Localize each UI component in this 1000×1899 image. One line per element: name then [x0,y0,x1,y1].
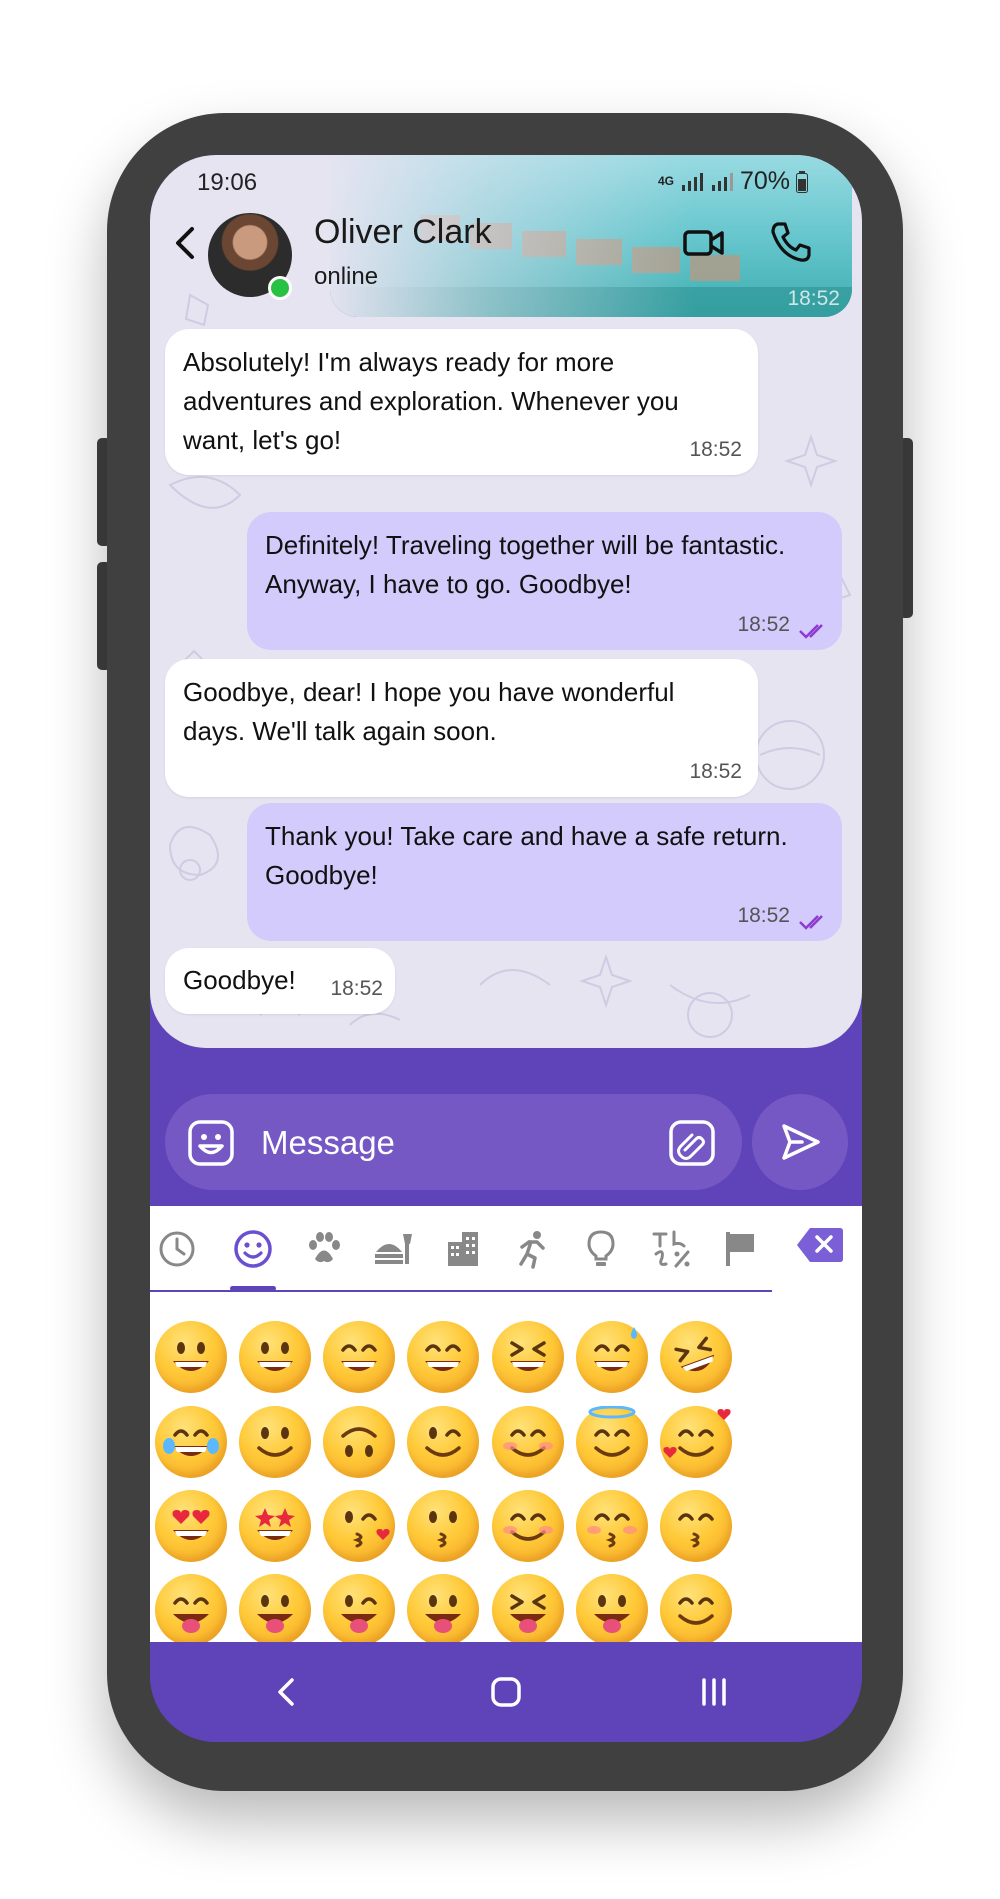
heart-eyes-emoji-icon[interactable] [155,1490,227,1562]
emoji-keyboard [150,1206,862,1642]
message-text: Definitely! Traveling together will be f… [265,530,786,599]
phone-screen: 18:52 19:06 4G 70% Oliver Clark online A… [150,155,862,1742]
signal-icon-sim2 [711,172,733,191]
squinting-tongue-emoji-icon[interactable] [492,1574,564,1642]
tab-symbols[interactable] [650,1228,692,1270]
grinning-emoji-icon[interactable] [155,1321,227,1393]
active-tab-indicator [230,1286,276,1291]
zany-emoji-icon[interactable] [407,1574,479,1642]
relieved-blush-emoji-icon[interactable] [492,1490,564,1562]
network-type: 4G [657,174,674,188]
nav-back-icon[interactable] [268,1672,308,1712]
tab-objects[interactable] [580,1228,622,1270]
tab-food[interactable] [372,1228,414,1270]
send-icon [782,1124,820,1160]
tab-activities[interactable] [511,1228,553,1270]
rolling-laughing-emoji-icon[interactable] [660,1321,732,1393]
tab-travel[interactable] [442,1228,484,1270]
symbols-icon [652,1230,690,1268]
battery-percent: 70% [739,167,790,195]
send-button[interactable] [752,1094,848,1190]
paw-icon [309,1232,340,1263]
tab-flags[interactable] [718,1228,760,1270]
message-incoming[interactable]: Goodbye! 18:52 [165,948,395,1014]
contact-name[interactable]: Oliver Clark [314,213,492,252]
photo-timestamp: 18:52 [787,287,840,310]
money-mouth-emoji-icon[interactable] [576,1574,648,1642]
message-time: 18:52 [737,904,790,927]
status-bar-time: 19:06 [197,169,258,196]
hugging-emoji-icon[interactable] [660,1574,732,1642]
attach-icon[interactable] [668,1119,716,1167]
message-input[interactable] [259,1116,643,1170]
read-receipt-icon [799,915,823,930]
kissing-closed-eyes-emoji-icon[interactable] [576,1490,648,1562]
sweat-smile-emoji-icon[interactable] [576,1321,648,1393]
upside-down-emoji-icon[interactable] [323,1406,395,1478]
yum-emoji-icon[interactable] [155,1574,227,1642]
lightbulb-icon [587,1230,615,1266]
message-outgoing[interactable]: Definitely! Traveling together will be f… [247,512,842,650]
phone-icon[interactable] [768,219,814,265]
signal-icon [681,172,703,191]
halo-emoji-icon[interactable] [576,1406,648,1478]
battery-icon [796,170,808,193]
flag-icon [726,1232,754,1266]
online-indicator [268,276,292,300]
smiley-icon [234,1230,272,1268]
message-composer[interactable] [165,1094,742,1190]
kissing-smile-emoji-icon[interactable] [660,1490,732,1562]
wink-emoji-icon[interactable] [407,1406,479,1478]
message-incoming[interactable]: Goodbye, dear! I hope you have wonderful… [165,659,758,797]
message-incoming[interactable]: Absolutely! I'm always ready for more ad… [165,329,758,475]
star-struck-emoji-icon[interactable] [239,1490,311,1562]
nav-home-icon[interactable] [486,1672,526,1712]
read-receipt-icon [799,624,823,639]
beaming-emoji-icon[interactable] [407,1321,479,1393]
tab-animals[interactable] [303,1228,345,1270]
tears-of-joy-emoji-icon[interactable] [155,1406,227,1478]
slight-smile-emoji-icon[interactable] [239,1406,311,1478]
back-icon[interactable] [168,217,204,269]
running-icon [519,1231,545,1269]
tab-smileys[interactable] [232,1228,274,1270]
message-text: Thank you! Take care and have a safe ret… [265,821,788,890]
message-time: 18:52 [330,977,383,1000]
delete-icon[interactable] [796,1226,844,1264]
message-time: 18:52 [737,613,790,636]
emoji-keyboard-icon[interactable] [187,1119,235,1167]
chat-area: 18:52 19:06 4G 70% Oliver Clark online A… [150,155,862,1048]
nav-recents-icon[interactable] [694,1672,734,1712]
winking-tongue-emoji-icon[interactable] [323,1574,395,1642]
kissing-emoji-icon[interactable] [407,1490,479,1562]
blush-emoji-icon[interactable] [492,1406,564,1478]
system-navigation-bar [150,1642,862,1742]
food-icon [375,1234,412,1264]
message-time: 18:52 [689,438,742,461]
grin-closed-eyes-emoji-icon[interactable] [323,1321,395,1393]
contact-status: online [314,263,379,290]
message-outgoing[interactable]: Thank you! Take care and have a safe ret… [247,803,842,941]
tab-recent[interactable] [156,1228,198,1270]
message-text: Absolutely! I'm always ready for more ad… [183,347,679,455]
kissing-heart-emoji-icon[interactable] [323,1490,395,1562]
tongue-out-emoji-icon[interactable] [239,1574,311,1642]
smiling-hearts-emoji-icon[interactable] [660,1406,732,1478]
message-text: Goodbye, dear! I hope you have wonderful… [183,677,675,746]
clock-icon [159,1231,195,1267]
buildings-icon [448,1232,478,1266]
video-call-icon[interactable] [682,221,726,265]
message-time: 18:52 [689,760,742,783]
status-bar-indicators: 4G 70% [658,167,808,196]
smiley-emoji-icon[interactable] [239,1321,311,1393]
squinting-laugh-emoji-icon[interactable] [492,1321,564,1393]
